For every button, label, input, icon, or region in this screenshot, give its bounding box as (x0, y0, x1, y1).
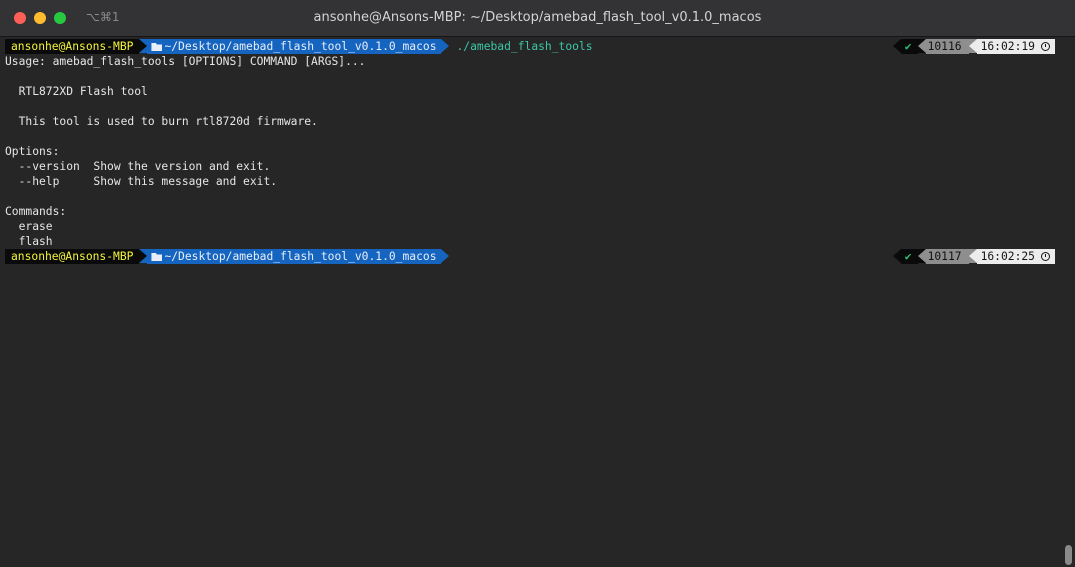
prompt-line: ansonhe@Ansons-MBP ~/Desktop/amebad_flash… (5, 249, 1055, 264)
prompt-command: ./amebad_flash_tools (456, 40, 593, 53)
output-line: This tool is used to burn rtl8720d firmw… (5, 115, 318, 128)
prompt-user-host: ansonhe@Ansons-MBP (5, 39, 140, 54)
window-title: ansonhe@Ansons-MBP: ~/Desktop/amebad_fla… (313, 10, 762, 25)
output-line: RTL872XD Flash tool (5, 85, 148, 98)
output-line: Commands: (5, 205, 67, 218)
output-line: erase (5, 220, 53, 233)
clock-icon (1041, 252, 1050, 261)
folder-icon (151, 43, 163, 51)
terminal-content[interactable]: ansonhe@Ansons-MBP ~/Desktop/amebad_flash… (5, 39, 1055, 264)
prompt-path-text: ~/Desktop/amebad_flash_tool_v0.1.0_macos (164, 250, 437, 263)
prompt-right-status: ✔ 10116 16:02:19 (892, 39, 1055, 54)
output-line: --version Show the version and exit. (5, 160, 271, 173)
prompt-user-host: ansonhe@Ansons-MBP (5, 249, 140, 264)
history-number: 10116 (925, 39, 969, 54)
history-number: 10117 (925, 249, 969, 264)
output-line: --help Show this message and exit. (5, 175, 278, 188)
prompt-time: 16:02:25 (976, 249, 1055, 264)
output-line: flash (5, 235, 53, 248)
prompt-separator (440, 249, 449, 263)
prompt-separator (139, 249, 148, 263)
prompt-path: ~/Desktop/amebad_flash_tool_v0.1.0_macos (147, 249, 441, 264)
output-line: Options: (5, 145, 60, 158)
prompt-time: 16:02:19 (976, 39, 1055, 54)
terminal-window: ⌥⌘1 ansonhe@Ansons-MBP: ~/Desktop/amebad… (0, 0, 1075, 567)
prompt-path: ~/Desktop/amebad_flash_tool_v0.1.0_macos (147, 39, 441, 54)
folder-icon (151, 253, 163, 261)
prompt-line: ansonhe@Ansons-MBP ~/Desktop/amebad_flash… (5, 39, 1055, 54)
check-icon: ✔ (900, 249, 918, 264)
title-bar[interactable]: ⌥⌘1 ansonhe@Ansons-MBP: ~/Desktop/amebad… (0, 0, 1075, 37)
prompt-path-text: ~/Desktop/amebad_flash_tool_v0.1.0_macos (164, 40, 437, 53)
prompt-separator (440, 39, 449, 53)
vertical-scrollbar[interactable] (1065, 545, 1072, 565)
prompt-right-status: ✔ 10117 16:02:25 (892, 249, 1055, 264)
check-icon: ✔ (900, 39, 918, 54)
clock-icon (1041, 42, 1050, 51)
prompt-separator (139, 39, 148, 53)
output-line: Usage: amebad_flash_tools [OPTIONS] COMM… (5, 55, 366, 68)
